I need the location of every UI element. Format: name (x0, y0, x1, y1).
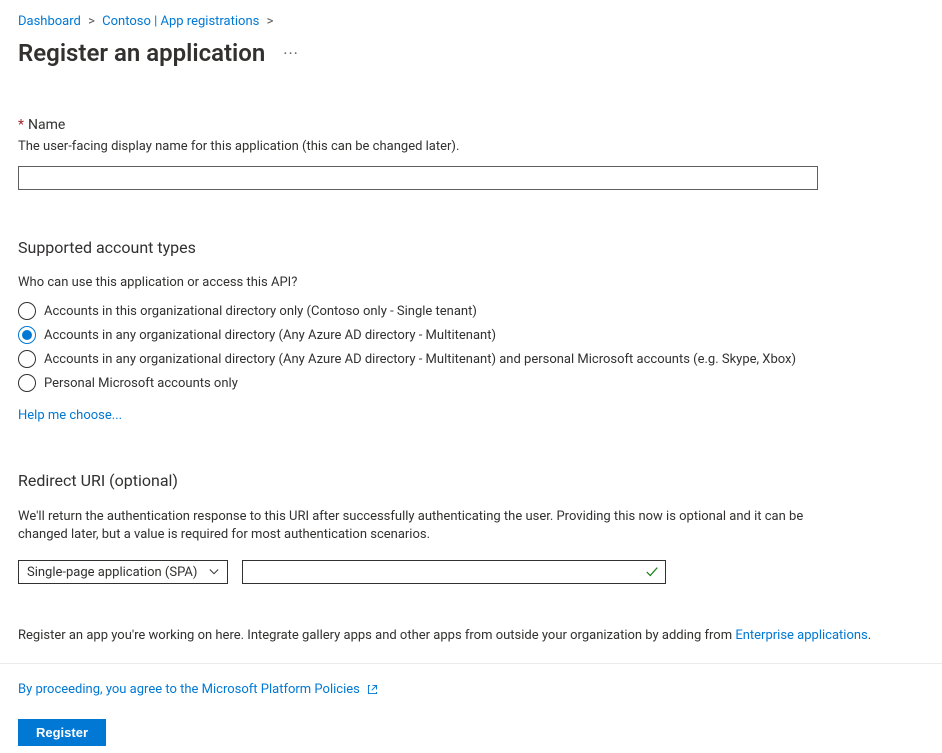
breadcrumb-contoso-app-registrations[interactable]: Contoso | App registrations (102, 14, 259, 29)
account-type-option-multitenant-personal[interactable]: Accounts in any organizational directory… (18, 350, 924, 368)
redirect-section: Redirect URI (optional) We'll return the… (18, 471, 924, 584)
account-types-prompt: Who can use this application or access t… (18, 275, 924, 290)
help-me-choose-link[interactable]: Help me choose... (18, 408, 122, 423)
check-icon (645, 565, 659, 579)
breadcrumb-sep: > (267, 14, 274, 29)
enterprise-applications-link[interactable]: Enterprise applications (735, 628, 867, 643)
radio-icon (18, 350, 36, 368)
redirect-heading: Redirect URI (optional) (18, 471, 924, 490)
footer-note: Register an app you're working on here. … (18, 628, 918, 643)
redirect-uri-input[interactable] (249, 561, 645, 583)
radio-label: Accounts in this organizational director… (44, 304, 477, 319)
more-icon[interactable]: ··· (283, 44, 299, 63)
footer-note-suffix: . (868, 628, 871, 643)
name-label: *Name (18, 117, 924, 133)
radio-icon (18, 374, 36, 392)
name-label-text: Name (28, 117, 65, 133)
account-types-heading: Supported account types (18, 238, 924, 257)
platform-policies-link[interactable]: By proceeding, you agree to the Microsof… (18, 682, 360, 697)
chevron-down-icon (209, 567, 219, 577)
name-input[interactable] (18, 166, 818, 190)
platform-select[interactable]: Single-page application (SPA) (18, 560, 228, 584)
footer-note-prefix: Register an app you're working on here. … (18, 628, 735, 643)
page-title: Register an application (18, 39, 265, 67)
radio-label: Personal Microsoft accounts only (44, 376, 238, 391)
account-type-option-multitenant[interactable]: Accounts in any organizational directory… (18, 326, 924, 344)
redirect-description: We'll return the authentication response… (18, 508, 818, 544)
redirect-uri-input-wrap (242, 560, 666, 584)
external-link-icon (366, 683, 379, 696)
breadcrumb: Dashboard > Contoso | App registrations … (18, 14, 924, 29)
account-types-radio-group: Accounts in this organizational director… (18, 302, 924, 392)
register-button[interactable]: Register (18, 719, 106, 746)
breadcrumb-dashboard[interactable]: Dashboard (18, 14, 81, 29)
breadcrumb-sep: > (88, 14, 95, 29)
radio-icon (18, 302, 36, 320)
account-type-option-single-tenant[interactable]: Accounts in this organizational director… (18, 302, 924, 320)
radio-label: Accounts in any organizational directory… (44, 352, 796, 367)
platform-select-value: Single-page application (SPA) (27, 565, 197, 580)
name-help-text: The user-facing display name for this ap… (18, 139, 924, 154)
radio-label: Accounts in any organizational directory… (44, 328, 496, 343)
policy-row: By proceeding, you agree to the Microsof… (18, 682, 924, 697)
required-star: * (18, 117, 24, 133)
radio-icon (18, 326, 36, 344)
account-type-option-personal-only[interactable]: Personal Microsoft accounts only (18, 374, 924, 392)
divider (0, 663, 942, 664)
title-row: Register an application ··· (18, 39, 924, 67)
redirect-row: Single-page application (SPA) (18, 560, 924, 584)
